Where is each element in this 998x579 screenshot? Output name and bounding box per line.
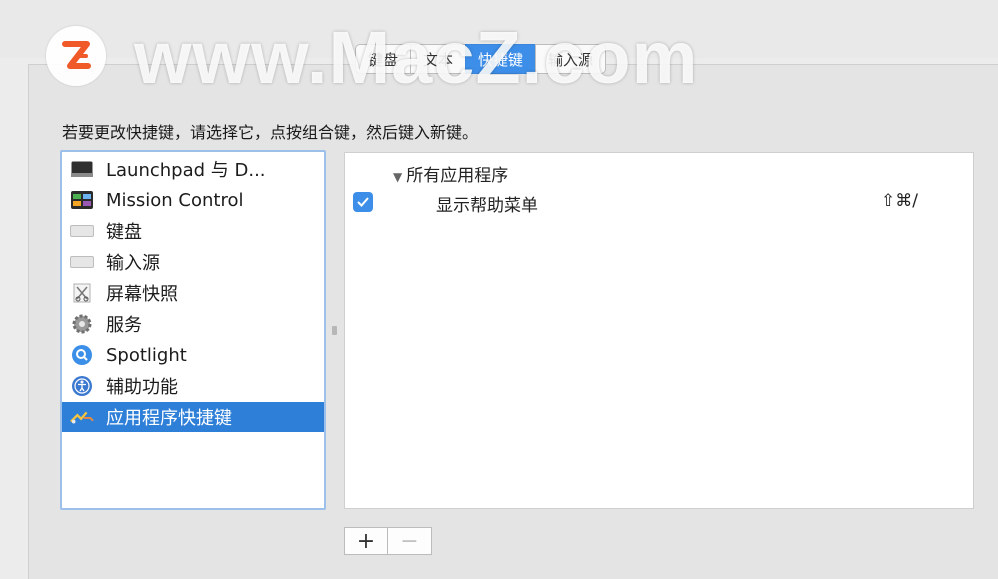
macz-logo-icon xyxy=(62,41,91,69)
sidebar-item-mission-control[interactable]: Mission Control xyxy=(62,185,324,215)
keyboard-icon xyxy=(70,220,94,242)
sidebar-item-spotlight[interactable]: Spotlight xyxy=(62,340,324,370)
sidebar-item-label: 键盘 xyxy=(106,222,142,243)
gear-icon xyxy=(70,313,94,335)
sidebar-item-services[interactable]: 服务 xyxy=(62,309,324,339)
input-source-icon xyxy=(70,251,94,273)
shortcut-name[interactable]: 显示帮助菜单 xyxy=(436,191,538,216)
watermark-logo xyxy=(46,26,106,86)
remove-shortcut-button[interactable]: − xyxy=(388,527,432,555)
app-shortcuts-icon xyxy=(70,406,94,428)
sidebar-item-label: Spotlight xyxy=(106,344,187,366)
instruction-text: 若要更改快捷键，请选择它，点按组合键，然后键入新键。 xyxy=(62,123,479,142)
checkmark-icon xyxy=(357,197,369,207)
sidebar-item-screenshots[interactable]: 屏幕快照 xyxy=(62,278,324,308)
shortcut-keys[interactable]: ⇧⌘/ xyxy=(881,191,918,211)
sidebar-item-label: 服务 xyxy=(106,315,142,336)
mission-control-icon xyxy=(70,189,94,211)
add-remove-controls: + − xyxy=(344,527,432,555)
watermark-text: www.MacZ.com xyxy=(134,16,699,99)
shortcut-detail-panel: ▼ 所有应用程序 显示帮助菜单 ⇧⌘/ xyxy=(344,152,974,509)
split-view-divider[interactable] xyxy=(332,326,337,335)
shortcut-category-list[interactable]: Launchpad 与 D... Mission Control 键盘 输入源 … xyxy=(60,150,326,510)
screenshot-icon xyxy=(70,282,94,304)
disclosure-triangle-icon[interactable]: ▼ xyxy=(393,170,402,184)
sidebar-item-label: Mission Control xyxy=(106,189,244,211)
accessibility-icon xyxy=(70,375,94,397)
shortcut-enabled-checkbox[interactable] xyxy=(353,192,373,212)
sidebar-item-label: Launchpad 与 D... xyxy=(106,160,266,181)
sidebar-item-keyboard[interactable]: 键盘 xyxy=(62,216,324,246)
sidebar-item-label: 应用程序快捷键 xyxy=(106,408,232,429)
sidebar-item-label: 输入源 xyxy=(106,253,160,274)
sidebar-item-input-sources[interactable]: 输入源 xyxy=(62,247,324,277)
sidebar-item-app-shortcuts[interactable]: 应用程序快捷键 xyxy=(62,402,324,432)
sidebar-item-accessibility[interactable]: 辅助功能 xyxy=(62,371,324,401)
group-row-all-applications[interactable]: ▼ 所有应用程序 xyxy=(393,161,508,186)
sidebar-item-launchpad[interactable]: Launchpad 与 D... xyxy=(62,154,324,184)
launchpad-icon xyxy=(70,158,94,180)
sidebar-item-label: 辅助功能 xyxy=(106,377,178,398)
sidebar-item-label: 屏幕快照 xyxy=(106,284,178,305)
add-shortcut-button[interactable]: + xyxy=(344,527,388,555)
group-label: 所有应用程序 xyxy=(406,166,509,186)
spotlight-icon xyxy=(70,344,94,366)
